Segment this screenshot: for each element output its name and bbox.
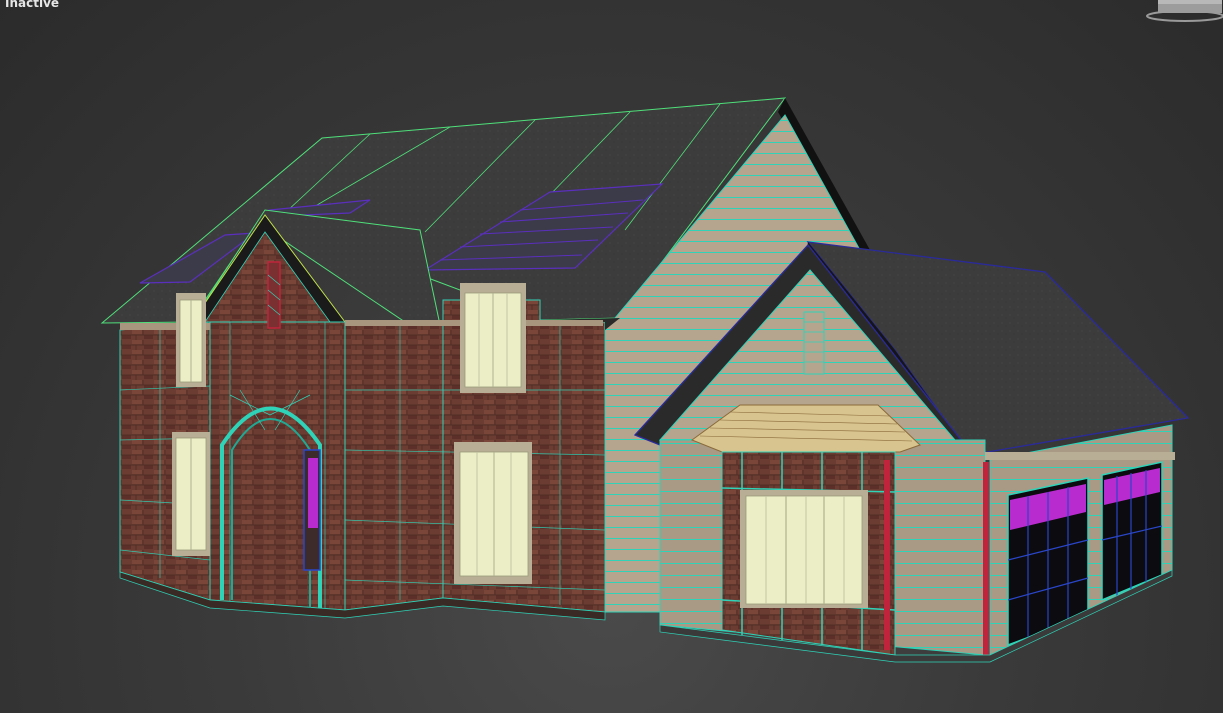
viewport-perspective[interactable]: Inactive <box>0 0 1223 713</box>
house-model[interactable] <box>0 0 1223 713</box>
garage-doors <box>1007 461 1163 647</box>
